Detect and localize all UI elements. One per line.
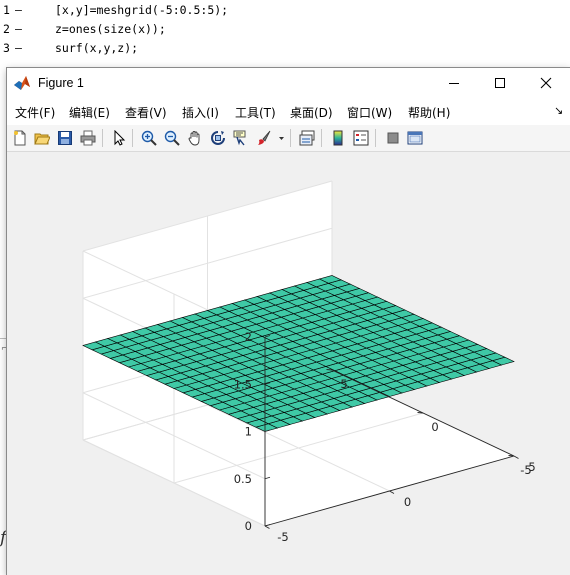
colorbar-icon <box>333 130 343 146</box>
menu-tools[interactable]: 工具(T) <box>235 104 276 121</box>
menu-file[interactable]: 文件(F) <box>15 104 55 121</box>
line-number: 3 <box>3 41 10 55</box>
print-icon <box>80 130 96 146</box>
link-plot-icon <box>299 130 315 146</box>
breakpoint-marker[interactable]: – <box>15 3 22 17</box>
menu-desktop[interactable]: 桌面(D) <box>290 104 333 121</box>
z-tick-label: 1 <box>245 425 252 439</box>
pointer-icon <box>114 130 126 146</box>
data-cursor-button[interactable] <box>231 128 251 148</box>
y-tick-label: 5 <box>340 377 347 391</box>
toolbar-separator <box>375 129 376 147</box>
brush-button[interactable] <box>254 128 274 148</box>
figure-toolbar <box>7 125 570 152</box>
save-button[interactable] <box>55 128 75 148</box>
brush-icon <box>258 130 271 145</box>
z-tick-label: 1.5 <box>234 377 252 391</box>
toolbar-separator <box>132 129 133 147</box>
z-tick-label: 2 <box>245 330 252 344</box>
window-titlebar[interactable]: Figure 1 <box>7 68 570 99</box>
code-text[interactable]: [x,y]=meshgrid(-5:0.5:5); <box>55 3 228 17</box>
matlab-logo-icon <box>14 76 30 90</box>
y-tick-label: 0 <box>431 420 438 434</box>
x-tick-mark <box>389 490 395 494</box>
save-icon <box>58 131 72 145</box>
zoom-in-button[interactable] <box>139 128 159 148</box>
minimize-icon <box>449 83 459 84</box>
code-line[interactable]: 1 – [x,y]=meshgrid(-5:0.5:5); <box>0 0 570 20</box>
line-number: 2 <box>3 22 10 36</box>
z-tick-label: 0.5 <box>234 472 252 486</box>
menu-window[interactable]: 窗口(W) <box>347 104 392 121</box>
breakpoint-marker[interactable]: – <box>15 22 22 36</box>
new-figure-button[interactable] <box>10 128 30 148</box>
print-button[interactable] <box>78 128 98 148</box>
pan-button[interactable] <box>185 128 205 148</box>
window-title: Figure 1 <box>38 76 84 90</box>
y-tick-mark <box>326 369 333 371</box>
x-tick-mark <box>264 525 270 529</box>
open-file-icon <box>34 133 50 145</box>
brush-dropdown-button[interactable] <box>276 128 286 148</box>
x-tick-label: 0 <box>404 495 411 509</box>
menu-view[interactable]: 查看(V) <box>125 104 167 121</box>
code-line[interactable]: 2 – z=ones(size(x)); <box>0 19 570 39</box>
toolbar-separator <box>102 129 103 147</box>
legend-button[interactable] <box>351 128 371 148</box>
link-plot-button[interactable] <box>297 128 317 148</box>
zoom-in-icon <box>141 130 157 146</box>
toolbar-separator <box>321 129 322 147</box>
hide-plot-tools-button[interactable] <box>383 128 403 148</box>
menu-overflow-icon[interactable]: ↘ <box>554 104 563 117</box>
x-tick-label: -5 <box>277 530 288 544</box>
plot-area[interactable]: -5 0 5 -5 0 5 0 0.5 1 1.5 2 <box>7 152 570 575</box>
x-tick-mark <box>513 455 519 459</box>
hide-plot-tools-icon <box>387 132 399 144</box>
data-cursor-icon <box>233 130 246 146</box>
zoom-out-button[interactable] <box>162 128 182 148</box>
rotate-3d-button[interactable] <box>208 128 228 148</box>
open-file-button[interactable] <box>32 128 52 148</box>
menu-edit[interactable]: 编辑(E) <box>69 104 110 121</box>
toolbar-separator <box>290 129 291 147</box>
minimize-button[interactable] <box>432 68 478 99</box>
maximize-button[interactable] <box>478 68 524 99</box>
rotate-3d-icon <box>211 131 225 145</box>
legend-icon <box>353 130 369 146</box>
command-prompt-glyph: f <box>0 528 7 548</box>
zoom-out-icon <box>164 130 180 146</box>
z-tick-label: 0 <box>245 519 252 533</box>
pan-hand-icon <box>188 131 200 146</box>
brush-dropdown-icon <box>279 137 284 140</box>
code-text[interactable]: surf(x,y,z); <box>55 41 138 55</box>
y-tick-mark <box>508 455 515 457</box>
figure-window: Figure 1 文件(F) 编辑(E) 查看(V) 插入(I) 工具(T) 桌… <box>7 68 570 575</box>
menu-help[interactable]: 帮助(H) <box>408 104 450 121</box>
breakpoint-marker[interactable]: – <box>15 41 22 55</box>
maximize-icon <box>495 78 505 88</box>
y-tick-label: -5 <box>520 463 531 477</box>
surface-plot[interactable]: -505-50500.511.52 <box>7 152 570 575</box>
show-plot-tools-button[interactable] <box>405 128 425 148</box>
code-line[interactable]: 3 – surf(x,y,z); <box>0 38 570 58</box>
menu-insert[interactable]: 插入(I) <box>182 104 219 121</box>
close-button[interactable] <box>524 68 570 99</box>
colorbar-button[interactable] <box>328 128 348 148</box>
show-plot-tools-icon <box>407 131 423 145</box>
close-icon <box>540 77 552 89</box>
code-text[interactable]: z=ones(size(x)); <box>55 22 166 36</box>
new-figure-icon <box>14 130 26 146</box>
pointer-button[interactable] <box>109 128 129 148</box>
y-tick-mark <box>417 412 424 414</box>
menu-bar: 文件(F) 编辑(E) 查看(V) 插入(I) 工具(T) 桌面(D) 窗口(W… <box>7 99 570 125</box>
line-number: 1 <box>3 3 10 17</box>
